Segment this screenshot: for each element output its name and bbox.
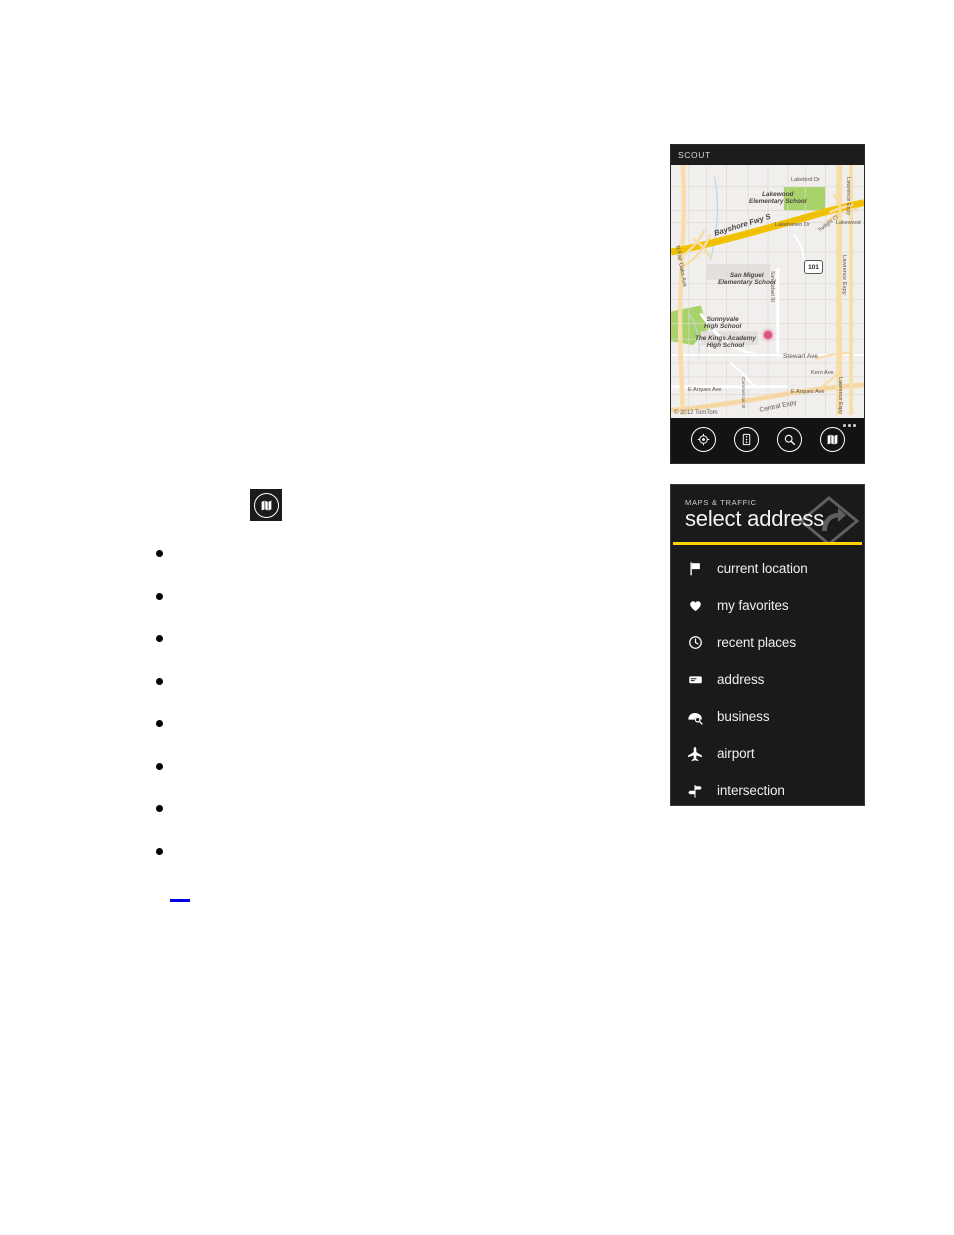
list-item-label: address [717, 672, 765, 687]
map-canvas[interactable]: 101 Lakebird Dr Lakewood Elementary School… [671, 165, 864, 418]
list-item [156, 633, 576, 676]
list-item-address[interactable]: address [671, 661, 864, 698]
business-search-icon [685, 707, 705, 727]
icon-ring [253, 492, 279, 518]
page-title: SCOUT [678, 150, 711, 160]
map-attribution: © 2012 TomTom [674, 410, 718, 416]
signpost-icon [685, 781, 705, 801]
list-item [156, 846, 576, 889]
list-item-airport[interactable]: airport [671, 735, 864, 772]
scout-map-screenshot: SCOUT 101 Lakebird Dr Lakewood Elementar… [670, 144, 865, 464]
list-item-label: my favorites [717, 598, 789, 613]
highway-shield-101: 101 [804, 260, 823, 274]
more-options-icon[interactable] [843, 424, 856, 427]
list-item-my-favorites[interactable]: my favorites [671, 587, 864, 624]
search-icon[interactable] [776, 427, 802, 452]
list-item-label: recent places [717, 635, 796, 650]
flag-icon [685, 559, 705, 579]
bullet-marker-icon [156, 720, 163, 727]
bullet-marker-icon [156, 677, 163, 685]
select-address-screenshot: MAPS & TRAFFIC select address current lo… [670, 484, 865, 806]
heart-icon [685, 596, 705, 616]
locate-target-icon[interactable] [690, 427, 716, 452]
list-item [156, 803, 576, 846]
map-tiles [671, 165, 864, 416]
mailbox-icon [685, 670, 705, 690]
map-pin-marker[interactable] [763, 330, 773, 340]
bullet-marker-icon [156, 762, 163, 770]
address-source-list: current location my favorites recent pla… [671, 545, 864, 805]
list-item [156, 718, 576, 761]
list-item-label: intersection [717, 783, 785, 798]
list-item [156, 591, 576, 634]
airplane-icon [685, 744, 705, 764]
list-item-business[interactable]: business [671, 698, 864, 735]
list-item [156, 761, 576, 804]
bullet-marker-icon [156, 635, 163, 642]
list-item [156, 548, 576, 591]
page-title: select address [685, 506, 825, 531]
list-item-label: business [717, 709, 770, 724]
list-item-label: current location [717, 561, 808, 576]
hyperlink-rule[interactable] [170, 899, 190, 902]
bullet-marker-icon [156, 847, 163, 855]
map-app-bar [671, 418, 864, 463]
directions-map-icon [250, 489, 282, 521]
screen-header: MAPS & TRAFFIC select address [671, 485, 864, 542]
bullet-marker-icon [156, 805, 163, 812]
list-icon[interactable] [733, 427, 759, 452]
directions-map-icon[interactable] [819, 427, 845, 452]
list-item [156, 676, 576, 719]
map-title-bar: SCOUT [671, 145, 864, 165]
list-item-current-location[interactable]: current location [671, 550, 864, 587]
bullet-marker-icon [156, 592, 163, 600]
bullet-marker-icon [156, 550, 163, 557]
document-bullet-list [156, 548, 576, 888]
clock-icon [685, 633, 705, 653]
list-item-intersection[interactable]: intersection [671, 772, 864, 805]
list-item-label: airport [717, 746, 755, 761]
list-item-recent-places[interactable]: recent places [671, 624, 864, 661]
